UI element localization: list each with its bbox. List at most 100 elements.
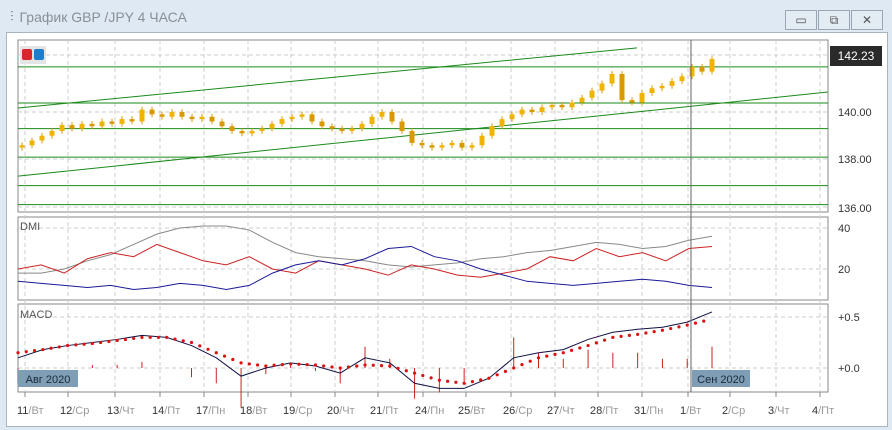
signal-dots (57, 345, 61, 349)
candle (339, 128, 345, 131)
candle (199, 116, 205, 120)
signal-dots (74, 343, 78, 347)
signal-dots (189, 340, 194, 345)
signal-dots (429, 376, 433, 380)
date-label: 17/Пн (196, 405, 225, 417)
signal-dots (107, 339, 111, 344)
candle (249, 131, 255, 134)
signal-dots (338, 366, 342, 370)
signal-dots (553, 352, 557, 356)
signal-dots (495, 373, 499, 377)
signal-dots (487, 376, 491, 380)
signal-dots (702, 319, 706, 323)
signal-dots (32, 349, 37, 353)
price-label: 140.00 (838, 107, 872, 119)
date-label: 12/Ср (60, 405, 89, 417)
candle (89, 123, 95, 127)
signal-dots (437, 378, 441, 382)
signal-dots (611, 335, 615, 339)
signal-dots (264, 364, 268, 368)
signal-dots (512, 366, 516, 370)
signal-dots (685, 323, 689, 327)
signal-dots (132, 336, 136, 341)
signal-dots (289, 362, 293, 366)
candle (179, 112, 185, 117)
signal-dots (247, 362, 251, 366)
signal-dots (561, 351, 565, 355)
signal-dots (206, 347, 210, 351)
signal-dots (123, 337, 128, 342)
price-label: 136.00 (838, 203, 872, 215)
signal-dots (594, 341, 598, 345)
candle (369, 116, 375, 124)
signal-dots (355, 364, 359, 368)
signal-dots (148, 335, 152, 339)
candle (299, 114, 305, 117)
candle (699, 66, 705, 72)
signal-dots (173, 337, 177, 341)
chart-canvas[interactable]: 142.23 140.00 138.00 136.00 DMI 40 20 MA… (0, 0, 892, 430)
signal-dots (545, 354, 549, 358)
signal-dots (165, 335, 169, 339)
candle (629, 100, 635, 103)
candle (239, 131, 245, 134)
candle (549, 104, 555, 108)
signal-dots (280, 363, 284, 367)
date-label: 1/Вт (680, 405, 701, 417)
candle (139, 109, 145, 122)
signal-dots (371, 363, 375, 367)
candle (419, 142, 425, 146)
signal-dots (305, 363, 309, 367)
dmi-axis-label: 40 (838, 223, 850, 235)
candle (349, 128, 355, 131)
signal-dots (454, 380, 458, 384)
signal-dots (569, 348, 574, 352)
candle (649, 88, 655, 93)
candle (599, 83, 605, 91)
signal-dots (446, 379, 450, 383)
signal-dots (660, 328, 665, 332)
signal-dots (115, 338, 119, 343)
candle (639, 93, 645, 103)
candle (49, 131, 55, 136)
signal-dots (198, 344, 202, 348)
candle (579, 97, 585, 103)
candle (329, 126, 335, 129)
candle (169, 112, 175, 117)
signal-dots (388, 364, 392, 368)
signal-dots (297, 362, 301, 366)
signal-dots (528, 359, 532, 363)
signal-dots (379, 364, 384, 368)
signal-dots (693, 321, 698, 325)
candle (559, 104, 565, 108)
candle (279, 119, 285, 124)
blue-button[interactable] (34, 49, 44, 60)
date-label: 13/Чт (107, 405, 135, 417)
month-label: Сен 2020 (697, 374, 745, 386)
signal-dots (602, 338, 607, 342)
candle (689, 66, 695, 77)
signal-dots (181, 339, 185, 343)
candle (119, 119, 125, 124)
signal-dots (644, 331, 648, 335)
date-label: 28/Пт (590, 405, 618, 417)
date-label: 14/Пт (152, 405, 180, 417)
candle (439, 145, 445, 148)
candle (359, 123, 365, 129)
signal-dots (677, 325, 681, 329)
candle (409, 131, 415, 143)
candle (219, 121, 225, 127)
date-label: 25/Вт (458, 405, 485, 417)
signal-dots (652, 330, 656, 334)
signal-dots (627, 333, 631, 337)
candle (229, 126, 235, 131)
candle (519, 109, 525, 115)
date-label: 19/Ср (283, 405, 312, 417)
candle (539, 107, 545, 112)
signal-dots (669, 326, 673, 331)
candle (619, 74, 625, 101)
signal-dots (214, 351, 218, 355)
candle (189, 116, 195, 120)
red-button[interactable] (22, 49, 32, 60)
candle (679, 76, 685, 82)
